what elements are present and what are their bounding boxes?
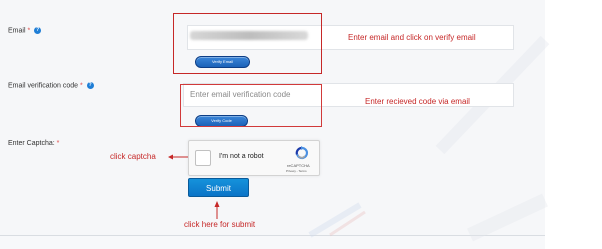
right-margin bbox=[545, 0, 602, 249]
recaptcha-checkbox[interactable] bbox=[195, 150, 211, 166]
email-label-text: Email bbox=[8, 27, 26, 35]
panel-bottom-border bbox=[0, 235, 545, 236]
submit-annotation: click here for submit bbox=[184, 220, 256, 229]
code-label-text: Email verification code bbox=[8, 82, 79, 90]
email-label: Email * ? bbox=[8, 27, 42, 35]
email-highlight-box bbox=[173, 13, 322, 74]
recaptcha-logo-icon bbox=[295, 146, 309, 160]
recaptcha-brand: reCAPTCHA bbox=[287, 163, 310, 168]
submit-button[interactable]: Submit bbox=[188, 178, 249, 197]
screenshot-canvas: Email * ? Verify Email Enter email and c… bbox=[0, 0, 602, 249]
captcha-label-text: Enter Captcha: bbox=[8, 140, 55, 147]
email-annotation: Enter email and click on verify email bbox=[348, 33, 476, 42]
help-icon[interactable]: ? bbox=[86, 82, 94, 89]
code-label: Email verification code * ? bbox=[8, 82, 94, 89]
help-icon[interactable]: ? bbox=[34, 27, 42, 34]
recaptcha-terms[interactable]: Privacy - Terms bbox=[286, 169, 307, 173]
email-required-marker: * bbox=[27, 27, 31, 35]
captcha-annotation: click captcha bbox=[110, 152, 156, 161]
code-required-marker: * bbox=[79, 82, 83, 90]
recaptcha-widget: I'm not a robot reCAPTCHA Privacy - Term… bbox=[188, 140, 320, 176]
captcha-required-marker: * bbox=[56, 140, 60, 147]
captcha-label: Enter Captcha: * bbox=[8, 140, 59, 147]
submit-arrow-icon bbox=[214, 201, 220, 219]
recaptcha-checkbox-label: I'm not a robot bbox=[219, 153, 264, 160]
code-highlight-box bbox=[180, 84, 322, 127]
captcha-arrow-icon bbox=[168, 154, 188, 160]
code-annotation: Enter recieved code via email bbox=[365, 97, 470, 106]
